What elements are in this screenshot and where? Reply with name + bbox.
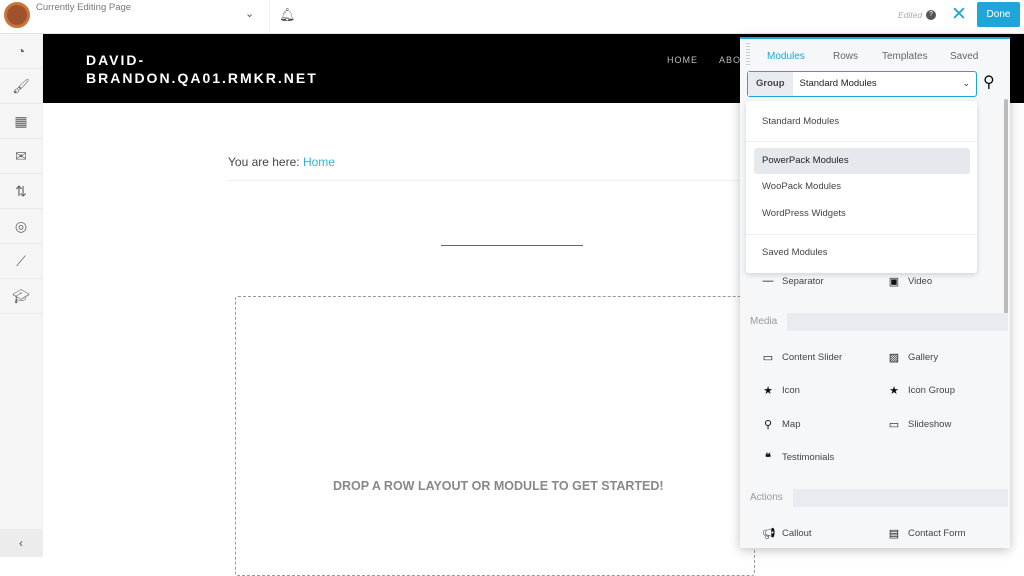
module-label: Contact Form (908, 528, 966, 539)
divider (269, 0, 270, 33)
divider (228, 180, 740, 181)
breadcrumb: You are here: Home (228, 155, 335, 169)
module-slideshow[interactable]: ▭ Slideshow (888, 418, 952, 431)
form-icon: ▤ (888, 528, 900, 540)
module-gallery[interactable]: ▨ Gallery (888, 351, 938, 364)
slider-icon: ▭ (888, 419, 900, 431)
slider-icon: ▭ (762, 352, 774, 364)
star-icon: ★ (763, 385, 773, 397)
search-icon[interactable]: ⚲ (983, 72, 995, 92)
megaphone-icon: 📢︎ (762, 528, 776, 540)
module-label: Icon Group (908, 385, 955, 396)
bell-icon[interactable]: 🔔︎ (279, 7, 296, 23)
group-dropdown: Standard Modules PowerPack Modules WooPa… (746, 101, 977, 273)
section-label: Media (740, 313, 788, 331)
collapse-button[interactable]: ‹ (0, 529, 42, 557)
chevron-down-icon[interactable]: ⌄ (245, 7, 254, 20)
module-testimonials[interactable]: ❝ Testimonials (762, 451, 834, 464)
tab-saved[interactable]: Saved (950, 51, 978, 62)
sort-icon[interactable]: ⇅ (0, 174, 42, 209)
tab-templates[interactable]: Templates (882, 51, 928, 62)
module-label: Video (908, 276, 933, 287)
section-media: Media (740, 313, 1008, 331)
module-label: Content Slider (782, 352, 843, 363)
chart-icon[interactable]: ⟋ (0, 244, 42, 279)
section-label: Actions (740, 489, 793, 507)
divider (746, 141, 977, 142)
dashboard-icon[interactable]: ◔ (0, 34, 42, 69)
breadcrumb-prefix: You are here: (228, 155, 303, 169)
drag-handle[interactable] (746, 43, 750, 65)
quote-icon: ❝ (765, 452, 771, 464)
dropdown-option[interactable]: WooPack Modules (754, 174, 970, 200)
tab-rows[interactable]: Rows (833, 51, 858, 62)
scrollbar[interactable] (1004, 99, 1008, 319)
module-separator[interactable]: — Separator (762, 275, 824, 287)
module-label: Slideshow (908, 419, 952, 430)
module-map[interactable]: ⚲ Map (762, 418, 801, 431)
section-actions: Actions (740, 489, 1008, 507)
separator-icon: — (762, 275, 774, 287)
edited-status: Edited (898, 10, 923, 20)
video-icon: ▣ (888, 276, 900, 288)
help-icon[interactable]: ? (926, 10, 936, 20)
sidebar: ◔ 🖌︎ ▦ ✉ ⇅ ◎ ⟋ 🎓︎ ‹ (0, 34, 43, 557)
done-button[interactable]: Done (977, 2, 1020, 27)
module-callout[interactable]: 📢︎ Callout (762, 527, 812, 540)
mail-icon[interactable]: ✉ (0, 139, 42, 174)
breadcrumb-home-link[interactable]: Home (303, 155, 335, 169)
brush-icon[interactable]: 🖌︎ (0, 69, 42, 104)
module-label: Map (782, 419, 801, 430)
graduation-icon[interactable]: 🎓︎ (0, 279, 42, 314)
chevron-down-icon: ⌄ (962, 78, 970, 88)
tab-modules[interactable]: Modules (767, 51, 805, 62)
site-title-line: DAVID- (86, 52, 146, 68)
module-label: Gallery (908, 352, 939, 363)
target-icon[interactable]: ◎ (0, 209, 42, 244)
gallery-icon: ▨ (888, 352, 900, 364)
dropdown-option[interactable]: PowerPack Modules (754, 148, 970, 174)
module-contact-form[interactable]: ▤ Contact Form (888, 527, 966, 540)
separator-line (441, 245, 583, 246)
layout-icon[interactable]: ▦ (0, 104, 42, 139)
module-video[interactable]: ▣ Video (888, 275, 932, 288)
star-icon: ★ (889, 385, 899, 397)
drop-zone[interactable] (235, 296, 755, 576)
map-pin-icon: ⚲ (763, 419, 773, 431)
nav-home[interactable]: HOME (667, 55, 698, 65)
module-label: Separator (782, 275, 824, 287)
site-title[interactable]: DAVID- BRANDON.QA01.RMKR.NET (86, 51, 318, 87)
module-label: Testimonials (782, 452, 835, 463)
group-label: Group (748, 72, 793, 96)
group-value: Standard Modules (799, 78, 877, 89)
close-icon[interactable]: ✕ (951, 3, 967, 26)
dropdown-option[interactable]: Standard Modules (754, 109, 970, 135)
module-content-slider[interactable]: ▭ Content Slider (762, 351, 842, 364)
drop-zone-text: DROP A ROW LAYOUT OR MODULE TO GET START… (333, 479, 664, 493)
beaver-logo[interactable] (4, 2, 30, 28)
group-select[interactable]: Group Standard Modules ⌄ (747, 71, 977, 97)
dropdown-option[interactable]: Saved Modules (754, 240, 970, 266)
dropdown-option[interactable]: WordPress Widgets (754, 201, 970, 227)
module-icon-group[interactable]: ★ Icon Group (888, 384, 955, 397)
top-bar: Currently Editing Page ⌄ 🔔︎ Edited ? ✕ D… (0, 0, 1024, 34)
module-label: Callout (782, 528, 812, 539)
module-icon[interactable]: ★ Icon (762, 384, 800, 397)
divider (746, 234, 977, 235)
site-title-line: BRANDON.QA01.RMKR.NET (86, 70, 318, 86)
page-title: Currently Editing Page (36, 2, 132, 13)
module-label: Icon (782, 385, 800, 396)
